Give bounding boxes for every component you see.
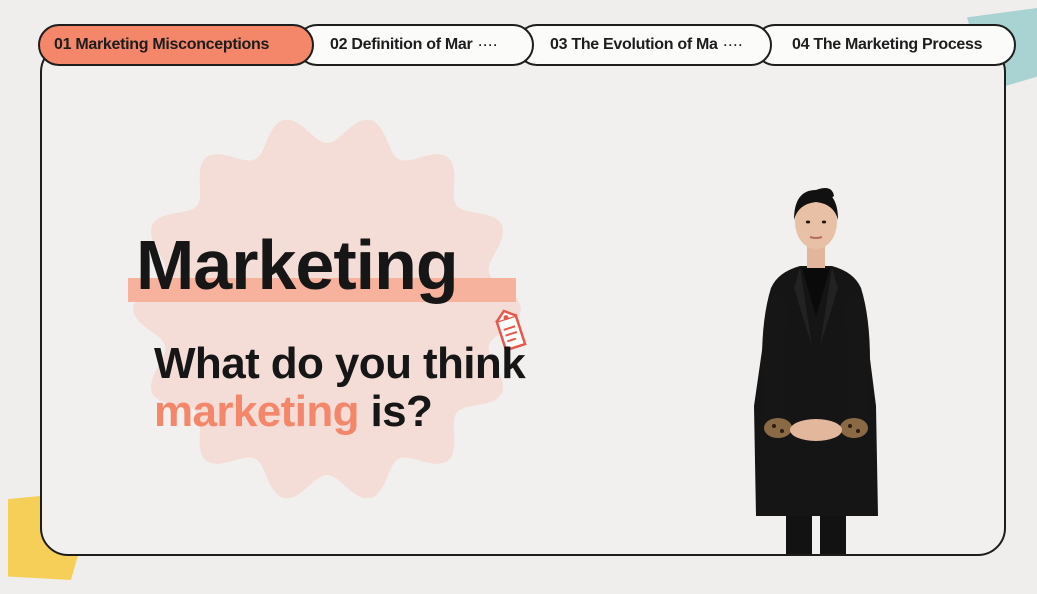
title-block: Marketing — [128, 226, 516, 304]
tab-label: 03 The Evolution of Ma — [550, 36, 718, 53]
tab-label: 04 The Marketing Process — [792, 36, 983, 53]
ellipsis-icon: ···· — [478, 38, 499, 52]
chapter-tabs: 01 Marketing Misconceptions 02 Definitio… — [38, 24, 1016, 66]
question-accent-word: marketing — [154, 387, 359, 436]
tab-label: 01 Marketing Misconceptions — [54, 36, 270, 53]
tab-label: 02 Definition of Mar — [330, 36, 473, 53]
question-ending: is? — [358, 387, 433, 436]
presenter-image — [754, 188, 878, 554]
slide-frame: Marketing What do you think marketing is… — [40, 44, 1006, 556]
tab-marketing-process[interactable]: 04 The Marketing Process — [754, 24, 1016, 66]
tab-definition-of-marketing[interactable]: 02 Definition of Mar ···· — [296, 24, 534, 66]
ellipsis-icon: ···· — [723, 38, 744, 52]
question-line-1: What do you think — [154, 339, 526, 388]
question-line-2: marketing is? — [154, 388, 525, 436]
question-text: What do you think marketing is? — [154, 339, 526, 436]
tab-marketing-misconceptions[interactable]: 01 Marketing Misconceptions — [38, 24, 314, 66]
slide-title: Marketing — [136, 226, 459, 304]
tab-evolution-of-marketing[interactable]: 03 The Evolution of Ma ···· — [516, 24, 772, 66]
scalloped-blob-background — [133, 119, 521, 499]
